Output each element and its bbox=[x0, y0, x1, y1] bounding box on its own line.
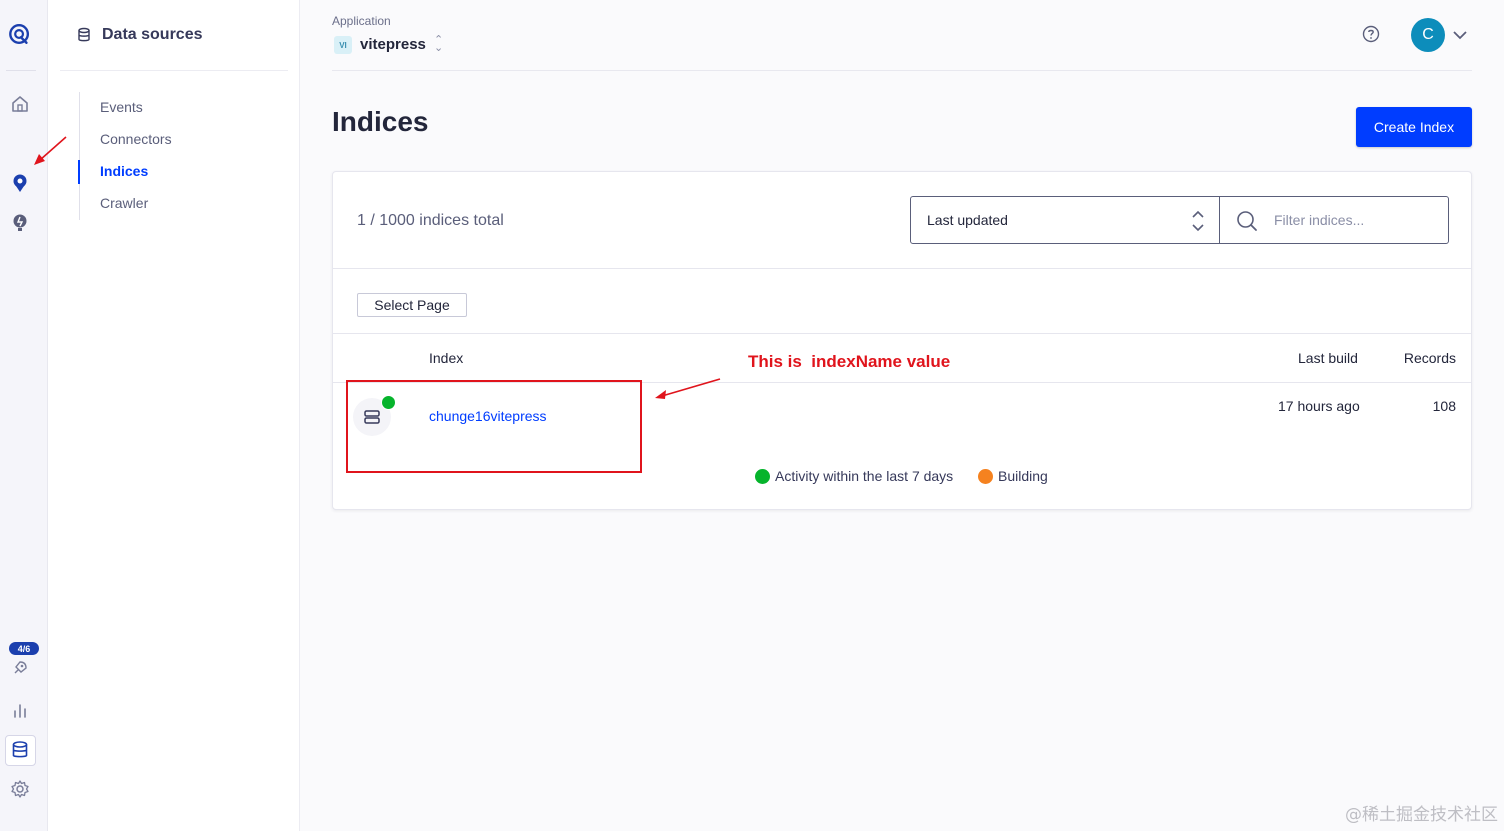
indices-total: 1 / 1000 indices total bbox=[357, 212, 504, 229]
create-index-button[interactable]: Create Index bbox=[1356, 107, 1472, 147]
application-selector[interactable]: vitepress bbox=[360, 36, 426, 53]
column-header-last-build[interactable]: Last build bbox=[1298, 350, 1358, 366]
index-last-build: 17 hours ago bbox=[1278, 398, 1360, 414]
divider bbox=[333, 268, 1471, 269]
search-pin-icon[interactable] bbox=[8, 171, 32, 195]
sort-select[interactable]: Last updated bbox=[910, 196, 1220, 244]
chart-icon[interactable] bbox=[8, 698, 32, 722]
divider bbox=[333, 333, 1471, 334]
subnav-header: Data sources bbox=[60, 0, 288, 71]
column-header-records[interactable]: Records bbox=[1404, 350, 1456, 366]
help-icon[interactable] bbox=[1362, 25, 1380, 43]
icon-rail: 4/6 bbox=[0, 0, 48, 831]
chevron-down-icon[interactable] bbox=[1452, 27, 1468, 43]
chevron-updown-icon[interactable]: ⌃ ⌄ bbox=[434, 35, 443, 54]
subnav-item-indices[interactable]: Indices bbox=[78, 156, 172, 188]
index-records: 108 bbox=[1432, 398, 1456, 414]
sort-select-value: Last updated bbox=[927, 212, 1008, 228]
application-caption: Application bbox=[332, 14, 391, 28]
data-sources-sidebar: Data sources Events Connectors Indices C… bbox=[48, 0, 300, 831]
bulb-icon[interactable] bbox=[8, 211, 32, 235]
search-icon bbox=[1236, 210, 1258, 232]
app-chip: VI bbox=[334, 36, 352, 54]
subnav-item-events[interactable]: Events bbox=[80, 92, 172, 124]
legend-dot-orange bbox=[978, 468, 993, 484]
database-icon bbox=[76, 27, 92, 43]
legend-activity: Activity within the last 7 days bbox=[755, 468, 953, 484]
annotation-box bbox=[346, 380, 642, 473]
subnav-item-connectors[interactable]: Connectors bbox=[80, 124, 172, 156]
filter-indices-input[interactable] bbox=[1274, 209, 1434, 231]
legend-building: Building bbox=[978, 468, 1048, 484]
column-header-index[interactable]: Index bbox=[429, 350, 463, 366]
subnav-item-crawler[interactable]: Crawler bbox=[80, 188, 172, 220]
filter-box[interactable] bbox=[1219, 196, 1449, 244]
select-page-button[interactable]: Select Page bbox=[357, 293, 467, 317]
rocket-icon[interactable] bbox=[8, 656, 32, 680]
gear-icon[interactable] bbox=[8, 777, 32, 801]
top-bar: Application VI vitepress ⌃ ⌄ C bbox=[332, 0, 1472, 71]
annotation-text: This is indexName value bbox=[748, 352, 951, 371]
database-icon[interactable] bbox=[8, 738, 32, 762]
legend-dot-green bbox=[755, 468, 770, 484]
subnav-list: Events Connectors Indices Crawler bbox=[78, 92, 172, 220]
home-icon[interactable] bbox=[8, 92, 32, 116]
subnav-title: Data sources bbox=[102, 26, 203, 43]
avatar[interactable]: C bbox=[1411, 18, 1445, 52]
rail-divider bbox=[6, 70, 36, 71]
chevron-updown-icon bbox=[1191, 209, 1205, 233]
legend-label: Activity within the last 7 days bbox=[775, 468, 954, 484]
legend-label: Building bbox=[998, 468, 1048, 484]
page-title: Indices bbox=[332, 106, 429, 137]
onboarding-badge[interactable]: 4/6 bbox=[9, 642, 39, 655]
algolia-logo-icon[interactable] bbox=[8, 22, 32, 46]
watermark: @稀土掘金技术社区 bbox=[1345, 805, 1498, 825]
